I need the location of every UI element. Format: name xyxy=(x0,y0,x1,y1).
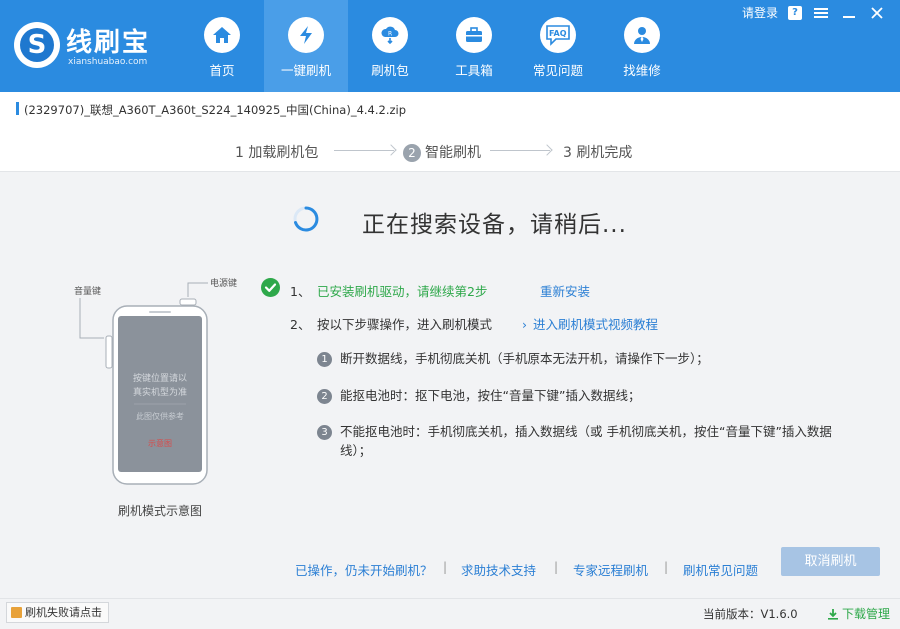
video-tutorial-label: 进入刷机模式视频教程 xyxy=(533,317,659,332)
nav-item-find-repair[interactable]: 找维修 xyxy=(600,0,684,92)
faq-icon: FAQ xyxy=(540,17,576,53)
step-arrow-2 xyxy=(490,150,550,151)
phone-illustration: 音量键 电源键 按键位置请以 真实机型为准 此图仅供参考 示意图 xyxy=(74,277,237,485)
download-icon xyxy=(828,608,838,620)
remote-flash-link[interactable]: 专家远程刷机 xyxy=(573,560,648,579)
toolbox-icon xyxy=(456,17,492,53)
window-controls: 请登录 ? xyxy=(742,4,886,21)
sub-step-3-number: 3 xyxy=(317,425,332,440)
driver-installed-text: 已安装刷机驱动，请继续第2步 xyxy=(317,284,488,299)
login-link[interactable]: 请登录 xyxy=(742,4,778,21)
step-smart-flash-label: 智能刷机 xyxy=(425,145,481,161)
logo-subtitle: xianshuabao.com xyxy=(68,57,148,67)
nav-label-rom-package: 刷机包 xyxy=(371,63,409,78)
link-separator: | xyxy=(443,560,448,574)
download-manager-button[interactable]: 下载管理 xyxy=(827,605,890,622)
svg-text:R: R xyxy=(388,31,392,38)
sub-step-3-text-line1: 不能抠电池时：手机彻底关机，插入数据线（或 手机彻底关机，按住“音量下键”插入数… xyxy=(340,424,832,439)
rom-package-icon: R xyxy=(372,17,408,53)
step-arrow-1 xyxy=(334,150,394,151)
step-smart-flash: 2 智能刷机 xyxy=(403,142,481,162)
screen-note-line2: 真实机型为准 xyxy=(133,386,187,398)
step1-number: 1、 xyxy=(290,284,311,299)
nav-label-find-repair: 找维修 xyxy=(623,63,661,78)
flash-faq-link[interactable]: 刷机常见问题 xyxy=(683,560,758,579)
flash-fail-report-label: 刷机失败请点击 xyxy=(25,606,102,619)
logo-s-mark: S xyxy=(27,30,47,60)
power-key-label: 电源键 xyxy=(210,277,237,289)
nav-item-one-click-flash[interactable]: 一键刷机 xyxy=(264,0,348,92)
download-manager-label: 下载管理 xyxy=(842,607,891,621)
screen-note-line1: 按键位置请以 xyxy=(133,372,187,384)
path-marker xyxy=(16,102,19,115)
flash-mode-diagram: 音量键 电源键 按键位置请以 真实机型为准 此图仅供参考 示意图 刷机模式示意图 xyxy=(60,268,260,518)
step-number-circle: 2 xyxy=(403,144,421,162)
nav-item-toolbox[interactable]: 工具箱 xyxy=(432,0,516,92)
home-icon xyxy=(204,17,240,53)
logo-title: 线刷宝 xyxy=(66,28,151,58)
sub-step-1: 1 断开数据线，手机彻底关机（手机原本无法开机，请操作下一步）； xyxy=(317,348,709,367)
sub-step-1-text: 断开数据线，手机彻底关机（手机原本无法开机，请操作下一步）； xyxy=(340,351,709,366)
sub-step-3-text-line2: 线）； xyxy=(340,443,372,458)
sub-step-1-number: 1 xyxy=(317,352,332,367)
nav-item-home[interactable]: 首页 xyxy=(180,0,264,92)
close-icon[interactable] xyxy=(868,5,886,21)
version-text: 当前版本：V1.6.0 xyxy=(703,607,798,621)
tech-support-link[interactable]: 求助技术支持 xyxy=(461,560,536,579)
file-path: (2329707)_联想_A360T_A360t_S224_140925_中国(… xyxy=(24,103,407,117)
step2-number: 2、 xyxy=(290,317,311,332)
nav-label-faq: 常见问题 xyxy=(532,63,583,78)
link-separator: | xyxy=(554,560,559,574)
nav-label-one-click-flash: 一键刷机 xyxy=(280,63,331,78)
help-icon[interactable]: ? xyxy=(788,5,802,20)
warning-icon xyxy=(11,607,22,618)
app-logo: S 线刷宝 xianshuabao.com xyxy=(14,20,194,76)
minimize-icon[interactable] xyxy=(840,5,858,21)
reinstall-link[interactable]: 重新安装 xyxy=(540,281,590,300)
lightning-icon xyxy=(288,17,324,53)
nav-label-home: 首页 xyxy=(209,63,235,78)
flash-fail-report-button[interactable]: 刷机失败请点击 xyxy=(6,602,109,623)
loading-spinner-icon xyxy=(291,204,321,234)
screen-note-line4: 示意图 xyxy=(148,438,172,448)
sub-step-2: 2 能抠电池时：抠下电池，按住“音量下键”插入数据线； xyxy=(317,385,640,404)
screen-note-line3: 此图仅供参考 xyxy=(136,411,184,421)
sub-step-2-number: 2 xyxy=(317,389,332,404)
chevron-right-icon: › xyxy=(522,317,527,332)
link-separator: | xyxy=(664,560,669,574)
enter-flash-mode-text: 按以下步骤操作，进入刷机模式 xyxy=(317,317,493,332)
faq-icon-text: FAQ xyxy=(549,29,567,38)
hamburger-icon[interactable] xyxy=(812,5,830,21)
cancel-flash-button[interactable]: 取消刷机 xyxy=(781,547,880,576)
sub-step-2-text: 能抠电池时：抠下电池，按住“音量下键”插入数据线； xyxy=(340,388,641,403)
searching-status: 正在搜索设备，请稍后... xyxy=(362,212,627,238)
nav-item-faq[interactable]: FAQ 常见问题 xyxy=(516,0,600,92)
check-icon xyxy=(261,278,280,297)
video-tutorial-link[interactable]: › 进入刷机模式视频教程 xyxy=(522,314,658,333)
nav-label-toolbox: 工具箱 xyxy=(455,63,493,78)
diagram-caption: 刷机模式示意图 xyxy=(117,504,202,518)
volume-key-label: 音量键 xyxy=(74,285,101,297)
main-nav: 首页 一键刷机 R 刷机包 工具箱 FAQ 常见问题 找维修 xyxy=(180,0,684,92)
nav-item-rom-package[interactable]: R 刷机包 xyxy=(348,0,432,92)
step-flash-complete: 3 刷机完成 xyxy=(563,145,633,161)
step-load-package: 1 加载刷机包 xyxy=(235,145,319,161)
not-started-link[interactable]: 已操作，仍未开始刷机？ xyxy=(295,560,433,579)
sub-step-3: 3 不能抠电池时：手机彻底关机，插入数据线（或 手机彻底关机，按住“音量下键”插入… xyxy=(317,421,832,440)
repair-person-icon xyxy=(624,17,660,53)
